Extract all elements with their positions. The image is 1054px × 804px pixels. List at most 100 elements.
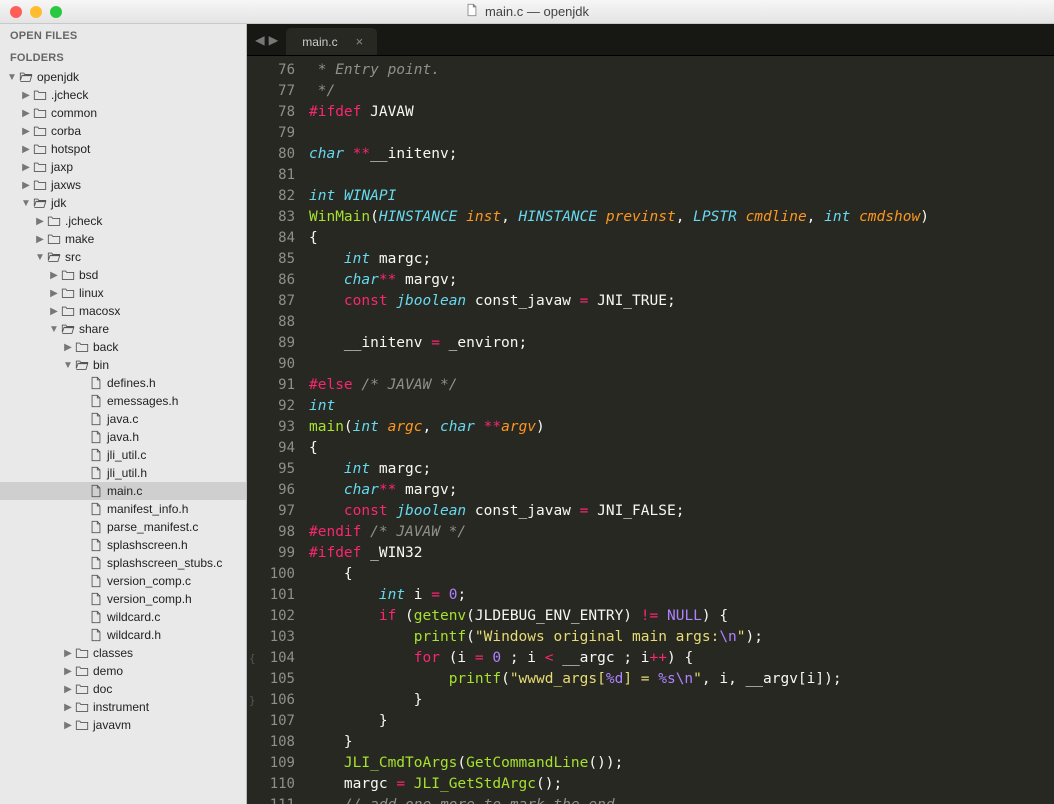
code-line[interactable]: printf("Windows original main args:\n");	[309, 627, 1054, 648]
disclosure-icon[interactable]: ▶	[62, 684, 74, 695]
tree-item-splashscreen-stubs-c[interactable]: splashscreen_stubs.c	[0, 554, 246, 572]
minimize-window-button[interactable]	[30, 6, 42, 18]
code-line[interactable]: }	[309, 690, 1054, 711]
close-window-button[interactable]	[10, 6, 22, 18]
code-line[interactable]: * Entry point.	[309, 60, 1054, 81]
code-line[interactable]: */	[309, 81, 1054, 102]
code-line[interactable]: int margc;	[309, 459, 1054, 480]
tree-item-doc[interactable]: ▶doc	[0, 680, 246, 698]
tree-item-jaxp[interactable]: ▶jaxp	[0, 158, 246, 176]
tree-item-emessages-h[interactable]: emessages.h	[0, 392, 246, 410]
code-line[interactable]: margc = JLI_GetStdArgc();	[309, 774, 1054, 795]
code-line[interactable]: __initenv = _environ;	[309, 333, 1054, 354]
tree-item-make[interactable]: ▶make	[0, 230, 246, 248]
tree-item-src[interactable]: ▼src	[0, 248, 246, 266]
code-line[interactable]: int i = 0;	[309, 585, 1054, 606]
nav-back-icon[interactable]: ◀	[255, 30, 265, 49]
tree-item-openjdk[interactable]: ▼openjdk	[0, 68, 246, 86]
code-line[interactable]: JLI_CmdToArgs(GetCommandLine());	[309, 753, 1054, 774]
tree-item-main-c[interactable]: main.c	[0, 482, 246, 500]
disclosure-icon[interactable]: ▶	[62, 720, 74, 731]
code-line[interactable]: if (getenv(JLDEBUG_ENV_ENTRY) != NULL) {	[309, 606, 1054, 627]
tree-item-macosx[interactable]: ▶macosx	[0, 302, 246, 320]
nav-forward-icon[interactable]: ▶	[269, 30, 279, 49]
tree-item-jaxws[interactable]: ▶jaxws	[0, 176, 246, 194]
code-line[interactable]	[309, 123, 1054, 144]
disclosure-icon[interactable]: ▶	[48, 306, 60, 317]
tree-item-share[interactable]: ▼share	[0, 320, 246, 338]
code-line[interactable]: WinMain(HINSTANCE inst, HINSTANCE previn…	[309, 207, 1054, 228]
zoom-window-button[interactable]	[50, 6, 62, 18]
disclosure-icon[interactable]: ▶	[62, 666, 74, 677]
tree-item-javavm[interactable]: ▶javavm	[0, 716, 246, 734]
code-line[interactable]: for (i = 0 ; i < __argc ; i++) {	[309, 648, 1054, 669]
tree-item-linux[interactable]: ▶linux	[0, 284, 246, 302]
disclosure-icon[interactable]: ▶	[20, 144, 32, 155]
code-line[interactable]: int	[309, 396, 1054, 417]
disclosure-icon[interactable]: ▶	[20, 180, 32, 191]
tree-item-corba[interactable]: ▶corba	[0, 122, 246, 140]
code-line[interactable]: {	[309, 438, 1054, 459]
disclosure-icon[interactable]: ▶	[62, 342, 74, 353]
tree-item-demo[interactable]: ▶demo	[0, 662, 246, 680]
code-line[interactable]: char** margv;	[309, 270, 1054, 291]
code-line[interactable]: #ifdef JAVAW	[309, 102, 1054, 123]
code-line[interactable]	[309, 165, 1054, 186]
disclosure-icon[interactable]: ▼	[62, 360, 74, 371]
tree-item-parse-manifest-c[interactable]: parse_manifest.c	[0, 518, 246, 536]
code-line[interactable]: }	[309, 732, 1054, 753]
disclosure-icon[interactable]: ▼	[20, 198, 32, 209]
disclosure-icon[interactable]: ▶	[20, 162, 32, 173]
fold-marker-icon[interactable]: {	[249, 648, 256, 669]
code-line[interactable]: #ifdef _WIN32	[309, 543, 1054, 564]
code-line[interactable]: #endif /* JAVAW */	[309, 522, 1054, 543]
code-line[interactable]: char **__initenv;	[309, 144, 1054, 165]
disclosure-icon[interactable]: ▶	[20, 126, 32, 137]
code-line[interactable]: {	[309, 564, 1054, 585]
tree-item-java-h[interactable]: java.h	[0, 428, 246, 446]
code-lines[interactable]: * Entry point. */#ifdef JAVAW char **__in…	[303, 56, 1054, 804]
tree-item-jli-util-h[interactable]: jli_util.h	[0, 464, 246, 482]
tree-item-splashscreen-h[interactable]: splashscreen.h	[0, 536, 246, 554]
tree-item-defines-h[interactable]: defines.h	[0, 374, 246, 392]
tree-item-java-c[interactable]: java.c	[0, 410, 246, 428]
tree-item-bin[interactable]: ▼bin	[0, 356, 246, 374]
disclosure-icon[interactable]: ▶	[20, 108, 32, 119]
code-line[interactable]: const jboolean const_javaw = JNI_FALSE;	[309, 501, 1054, 522]
tab-main-c[interactable]: main.c ×	[286, 28, 377, 55]
disclosure-icon[interactable]: ▶	[48, 270, 60, 281]
close-tab-icon[interactable]: ×	[356, 34, 364, 49]
code-line[interactable]: const jboolean const_javaw = JNI_TRUE;	[309, 291, 1054, 312]
tree-item-back[interactable]: ▶back	[0, 338, 246, 356]
code-line[interactable]: int WINAPI	[309, 186, 1054, 207]
code-line[interactable]	[309, 354, 1054, 375]
code-line[interactable]: }	[309, 711, 1054, 732]
disclosure-icon[interactable]: ▼	[6, 72, 18, 83]
disclosure-icon[interactable]: ▶	[62, 648, 74, 659]
code-line[interactable]: {	[309, 228, 1054, 249]
tree-item-hotspot[interactable]: ▶hotspot	[0, 140, 246, 158]
code-line[interactable]: char** margv;	[309, 480, 1054, 501]
disclosure-icon[interactable]: ▶	[48, 288, 60, 299]
tree-item-common[interactable]: ▶common	[0, 104, 246, 122]
disclosure-icon[interactable]: ▶	[20, 90, 32, 101]
tree-item-wildcard-h[interactable]: wildcard.h	[0, 626, 246, 644]
code-line[interactable]: main(int argc, char **argv)	[309, 417, 1054, 438]
code-line[interactable]	[309, 312, 1054, 333]
tree-item-jli-util-c[interactable]: jli_util.c	[0, 446, 246, 464]
tree-item-jcheck[interactable]: ▶.jcheck	[0, 86, 246, 104]
code-line[interactable]: printf("wwwd_args[%d] = %s\n", i, __argv…	[309, 669, 1054, 690]
tree-item-jdk[interactable]: ▼jdk	[0, 194, 246, 212]
tree-item-bsd[interactable]: ▶bsd	[0, 266, 246, 284]
code-area[interactable]: 7677787980818283848586878889909192939495…	[247, 56, 1054, 804]
disclosure-icon[interactable]: ▶	[62, 702, 74, 713]
disclosure-icon[interactable]: ▼	[48, 324, 60, 335]
tree-item-version-comp-c[interactable]: version_comp.c	[0, 572, 246, 590]
fold-marker-icon[interactable]: }	[249, 690, 256, 711]
tree-item-manifest-info-h[interactable]: manifest_info.h	[0, 500, 246, 518]
tree-item-wildcard-c[interactable]: wildcard.c	[0, 608, 246, 626]
disclosure-icon[interactable]: ▼	[34, 252, 46, 263]
disclosure-icon[interactable]: ▶	[34, 234, 46, 245]
code-line[interactable]: #else /* JAVAW */	[309, 375, 1054, 396]
code-line[interactable]: // add one more to mark the end	[309, 795, 1054, 804]
